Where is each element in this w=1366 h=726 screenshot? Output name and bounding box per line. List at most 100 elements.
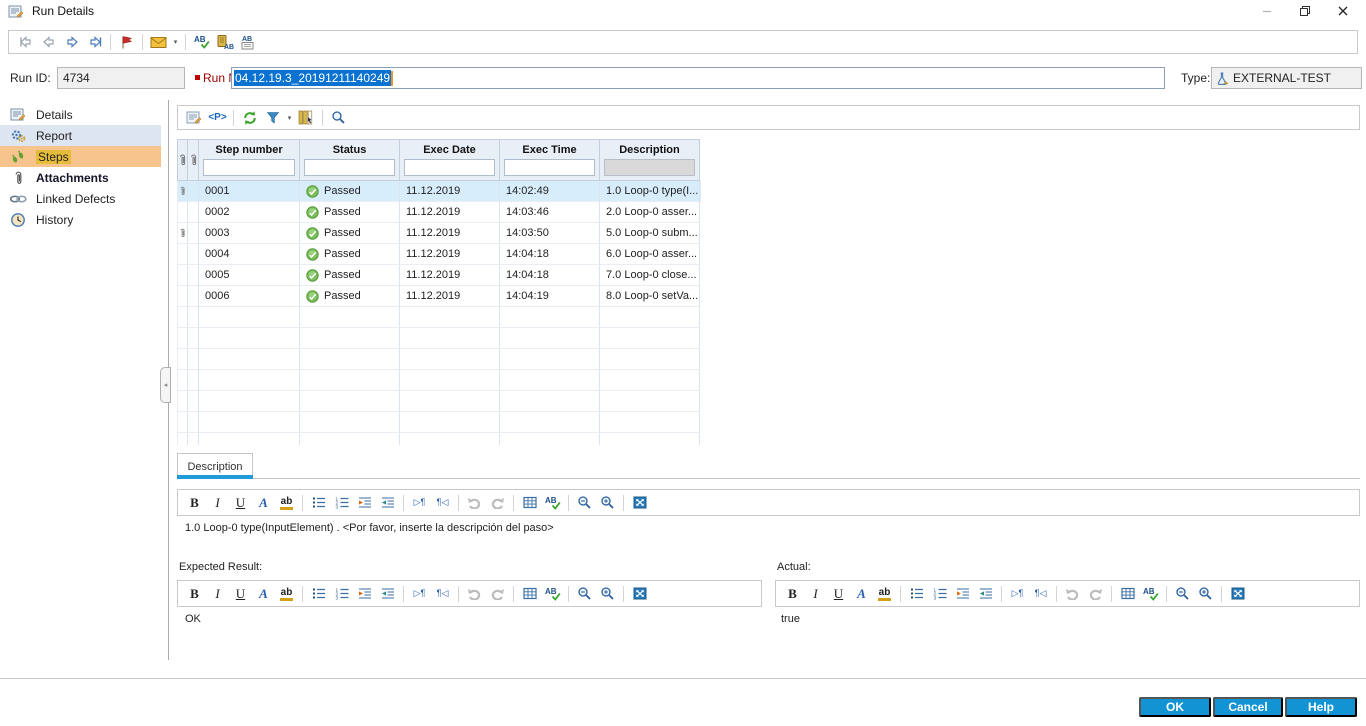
step-details-icon[interactable] xyxy=(183,108,206,128)
zoom-in-icon[interactable] xyxy=(596,584,619,604)
column-header-description[interactable]: Description xyxy=(600,139,700,181)
run-name-input[interactable]: 04.12.19.3_20191211140249 xyxy=(231,67,1165,89)
spell-check-icon[interactable]: AB xyxy=(541,584,564,604)
filter-exec-time-input[interactable] xyxy=(504,159,595,176)
maximize-icon[interactable] xyxy=(1226,584,1249,604)
attachment-column-header-icon[interactable] xyxy=(177,139,188,181)
italic-icon[interactable]: I xyxy=(206,584,229,604)
numbered-list-icon[interactable]: 123 xyxy=(928,584,951,604)
column-header-exec-time[interactable]: Exec Time xyxy=(500,139,600,181)
paragraph-ltr-icon[interactable]: ▷¶ xyxy=(408,584,431,604)
underline-icon[interactable]: U xyxy=(229,584,252,604)
thesaurus-icon[interactable]: AB xyxy=(213,32,236,52)
spell-check-icon[interactable]: AB xyxy=(190,32,213,52)
sidebar-item-steps[interactable]: Steps xyxy=(0,146,161,167)
step-row[interactable]: 0005 Passed 11.12.2019 14:04:18 7.0 Loop… xyxy=(177,265,701,286)
column-header-step-number[interactable]: Step number xyxy=(199,139,300,181)
maximize-icon[interactable] xyxy=(628,493,651,513)
indent-icon[interactable] xyxy=(353,584,376,604)
actual-editor-content[interactable]: true xyxy=(781,613,800,625)
send-by-email-icon[interactable] xyxy=(147,32,170,52)
sidebar-collapse-handle[interactable]: ◂ xyxy=(160,367,171,403)
font-color-icon[interactable]: A xyxy=(252,584,275,604)
numbered-list-icon[interactable]: 123 xyxy=(330,493,353,513)
flag-for-followup-icon[interactable] xyxy=(115,32,138,52)
previous-icon[interactable] xyxy=(37,32,60,52)
paragraph-rtl-icon[interactable]: ¶◁ xyxy=(431,493,454,513)
help-button[interactable]: Help xyxy=(1285,697,1357,717)
caret-icon[interactable]: ▾ xyxy=(284,108,295,128)
text-highlight-icon[interactable]: ab xyxy=(275,584,298,604)
cancel-button[interactable]: Cancel xyxy=(1213,697,1283,717)
redo-icon[interactable] xyxy=(1084,584,1107,604)
outdent-icon[interactable] xyxy=(376,493,399,513)
font-color-icon[interactable]: A xyxy=(850,584,873,604)
spell-check-icon[interactable]: AB xyxy=(1139,584,1162,604)
redo-icon[interactable] xyxy=(486,584,509,604)
first-icon[interactable]: 16"> xyxy=(14,32,37,52)
undo-icon[interactable] xyxy=(1061,584,1084,604)
zoom-out-icon[interactable] xyxy=(573,493,596,513)
caret-icon[interactable]: ▾ xyxy=(170,32,181,52)
zoom-out-icon[interactable] xyxy=(1171,584,1194,604)
bullet-list-icon[interactable] xyxy=(905,584,928,604)
insert-table-icon[interactable] xyxy=(518,493,541,513)
sidebar-item-report[interactable]: Report xyxy=(0,125,161,146)
italic-icon[interactable]: I xyxy=(804,584,827,604)
show-parameters-icon[interactable]: <P> xyxy=(206,108,229,128)
numbered-list-icon[interactable]: 123 xyxy=(330,584,353,604)
restore-icon[interactable] xyxy=(1286,0,1324,22)
zoom-out-icon[interactable] xyxy=(573,584,596,604)
paragraph-rtl-icon[interactable]: ¶◁ xyxy=(431,584,454,604)
step-row[interactable]: 0003 Passed 11.12.2019 14:03:50 5.0 Loop… xyxy=(177,223,701,244)
step-row[interactable]: 0002 Passed 11.12.2019 14:03:46 2.0 Loop… xyxy=(177,202,701,223)
step-row[interactable]: 0006 Passed 11.12.2019 14:04:19 8.0 Loop… xyxy=(177,286,701,307)
underline-icon[interactable]: U xyxy=(827,584,850,604)
step-row[interactable]: 0004 Passed 11.12.2019 14:04:18 6.0 Loop… xyxy=(177,244,701,265)
sidebar-item-attachments[interactable]: Attachments xyxy=(0,167,161,188)
bold-icon[interactable]: B xyxy=(183,584,206,604)
text-highlight-icon[interactable]: ab xyxy=(275,493,298,513)
paragraph-ltr-icon[interactable]: ▷¶ xyxy=(1006,584,1029,604)
outdent-icon[interactable] xyxy=(376,584,399,604)
font-color-icon[interactable]: A xyxy=(252,493,275,513)
bold-icon[interactable]: B xyxy=(183,493,206,513)
outdent-icon[interactable] xyxy=(974,584,997,604)
paragraph-ltr-icon[interactable]: ▷¶ xyxy=(408,493,431,513)
spell-check-icon[interactable]: AB xyxy=(541,493,564,513)
zoom-in-icon[interactable] xyxy=(1194,584,1217,604)
filter-status-input[interactable] xyxy=(304,159,395,176)
maximize-icon[interactable] xyxy=(628,584,651,604)
insert-table-icon[interactable] xyxy=(1116,584,1139,604)
sidebar-item-linked-defects[interactable]: Linked Defects xyxy=(0,188,161,209)
description-editor-content[interactable]: 1.0 Loop-0 type(InputElement) . <Por fav… xyxy=(185,522,554,534)
sidebar-item-details[interactable]: Details xyxy=(0,104,161,125)
minimize-icon[interactable] xyxy=(1248,0,1286,22)
ok-button[interactable]: OK xyxy=(1139,697,1211,717)
redo-icon[interactable] xyxy=(486,493,509,513)
close-icon[interactable] xyxy=(1324,0,1362,22)
expected-editor-content[interactable]: OK xyxy=(185,613,201,625)
filter-step-number-input[interactable] xyxy=(203,159,295,176)
paragraph-rtl-icon[interactable]: ¶◁ xyxy=(1029,584,1052,604)
insert-table-icon[interactable] xyxy=(518,584,541,604)
column-header-exec-date[interactable]: Exec Date xyxy=(400,139,500,181)
sidebar-item-history[interactable]: History xyxy=(0,209,161,230)
last-icon[interactable]: 16"> xyxy=(83,32,106,52)
select-columns-icon[interactable] xyxy=(295,108,318,128)
indent-icon[interactable] xyxy=(951,584,974,604)
zoom-in-icon[interactable] xyxy=(596,493,619,513)
attachment-column-header-icon[interactable] xyxy=(188,139,199,181)
bold-icon[interactable]: B xyxy=(781,584,804,604)
find-icon[interactable] xyxy=(327,108,350,128)
filter-icon[interactable] xyxy=(261,108,284,128)
step-row[interactable]: 0001 Passed 11.12.2019 14:02:49 1.0 Loop… xyxy=(177,181,701,202)
field-spelling-icon[interactable]: AB xyxy=(236,32,259,52)
refresh-icon[interactable] xyxy=(238,108,261,128)
underline-icon[interactable]: U xyxy=(229,493,252,513)
filter-exec-date-input[interactable] xyxy=(404,159,495,176)
bullet-list-icon[interactable] xyxy=(307,584,330,604)
indent-icon[interactable] xyxy=(353,493,376,513)
undo-icon[interactable] xyxy=(463,493,486,513)
italic-icon[interactable]: I xyxy=(206,493,229,513)
